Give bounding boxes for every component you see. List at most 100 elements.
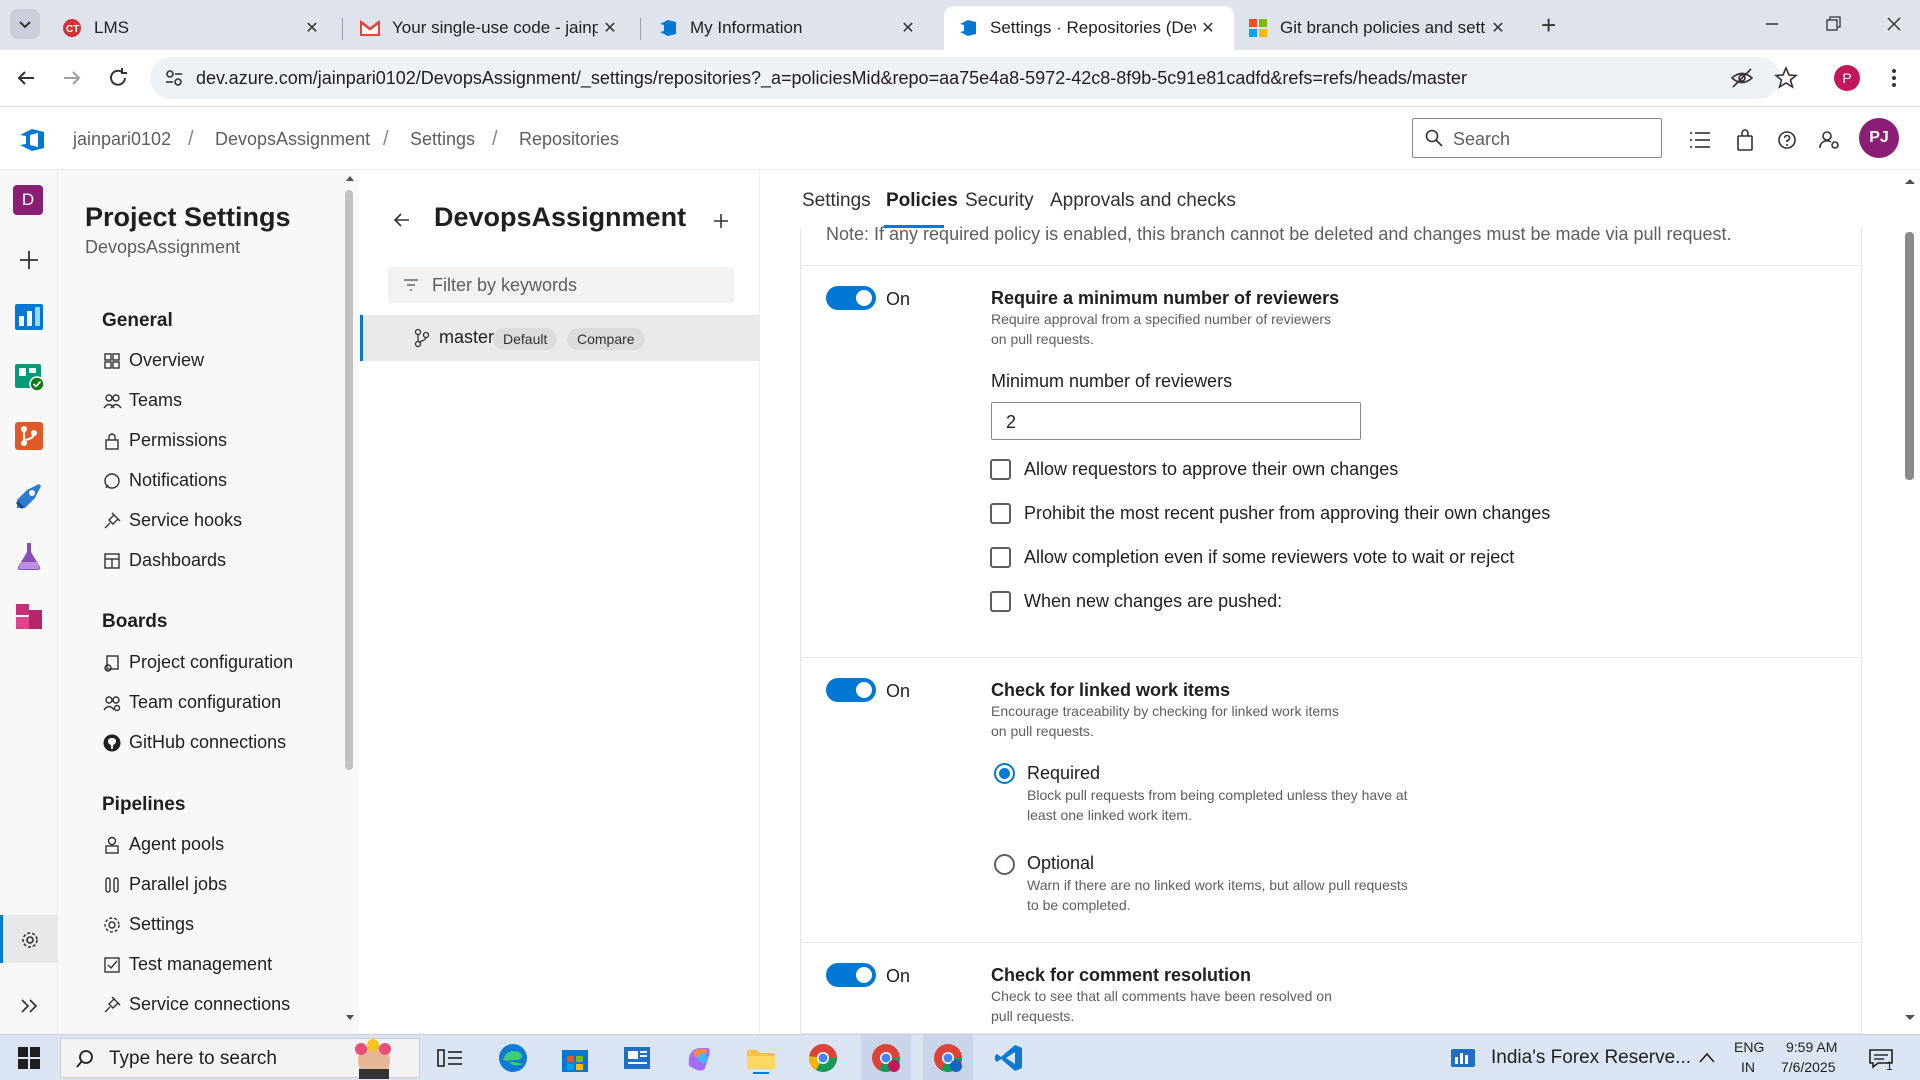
nav-item-team-configuration[interactable]: Team configuration: [102, 692, 281, 713]
nav-item-dashboards[interactable]: Dashboards: [102, 550, 226, 571]
vscode-icon[interactable]: [993, 1042, 1025, 1074]
news-widget-text[interactable]: India's Forex Reserve...: [1491, 1047, 1691, 1069]
tab-search-button[interactable]: [10, 9, 40, 39]
scroll-down-icon[interactable]: [1904, 1014, 1916, 1022]
nav-item-github-connections[interactable]: GitHub connections: [102, 732, 286, 753]
restore-window-button[interactable]: [1821, 14, 1845, 34]
prohibit-recent-pusher-checkbox[interactable]: [990, 503, 1011, 524]
new-changes-pushed-checkbox[interactable]: [990, 591, 1011, 612]
required-radio[interactable]: [994, 763, 1015, 784]
scroll-down-icon[interactable]: [345, 1014, 355, 1022]
browser-tab-my-information[interactable]: My Information ✕: [644, 6, 934, 50]
nav-item-overview[interactable]: Overview: [102, 350, 204, 371]
windows-start-icon[interactable]: [18, 1047, 40, 1069]
language-indicator[interactable]: ENG: [1734, 1039, 1764, 1055]
breadcrumb-repositories[interactable]: Repositories: [519, 129, 619, 150]
task-view-icon[interactable]: [434, 1042, 466, 1074]
comment-resolution-toggle[interactable]: [826, 963, 876, 987]
profile-button[interactable]: P: [1834, 65, 1860, 91]
tab-security[interactable]: Security: [965, 190, 1034, 212]
browser-tab-settings-repositories[interactable]: Settings · Repositories (Devops/ ✕: [944, 6, 1234, 50]
chrome-icon[interactable]: [807, 1042, 839, 1074]
browser-tab-gmail[interactable]: Your single-use code - jainpari0 ✕: [346, 6, 636, 50]
minimize-window-button[interactable]: [1760, 14, 1784, 34]
allow-requestors-approve-checkbox[interactable]: [990, 459, 1011, 480]
nav-scrollbar[interactable]: [345, 190, 353, 770]
linked-work-items-toggle[interactable]: [826, 678, 876, 702]
tab-approvals-and-checks[interactable]: Approvals and checks: [1050, 190, 1236, 212]
nav-item-teams[interactable]: Teams: [102, 390, 182, 411]
clock-time[interactable]: 9:59 AM: [1786, 1039, 1837, 1055]
breadcrumb-settings[interactable]: Settings: [410, 129, 475, 150]
compare-badge[interactable]: Compare: [567, 328, 645, 350]
clock-date[interactable]: 7/6/2025: [1781, 1059, 1836, 1075]
filter-input[interactable]: Filter by keywords: [388, 267, 734, 303]
breadcrumb-organization[interactable]: jainpari0102: [73, 129, 171, 150]
close-icon[interactable]: ✕: [1486, 18, 1510, 38]
nav-item-permissions[interactable]: Permissions: [102, 430, 227, 451]
nav-item-service-connections[interactable]: Service connections: [102, 994, 290, 1015]
repos-icon[interactable]: [13, 420, 45, 452]
chrome-profile-taskbar-item[interactable]: [861, 1035, 911, 1080]
browser-tab-lms[interactable]: CT LMS ✕: [48, 6, 338, 50]
edge-icon[interactable]: [497, 1042, 529, 1074]
new-tab-button[interactable]: +: [1541, 10, 1556, 41]
nav-item-pipeline-settings[interactable]: Settings: [102, 914, 194, 935]
project-icon[interactable]: D: [13, 185, 43, 215]
news-app-icon[interactable]: [621, 1042, 653, 1074]
project-settings-rail-item[interactable]: [0, 915, 58, 963]
nav-item-notifications[interactable]: Notifications: [102, 470, 227, 491]
nav-item-parallel-jobs[interactable]: Parallel jobs: [102, 874, 227, 895]
region-indicator[interactable]: IN: [1741, 1059, 1755, 1075]
taskbar-search-input[interactable]: Type here to search: [60, 1038, 420, 1079]
min-reviewers-input[interactable]: 2: [991, 402, 1361, 440]
star-icon[interactable]: [1774, 66, 1798, 90]
reload-button[interactable]: [106, 66, 130, 90]
reviewers-policy-toggle[interactable]: [826, 286, 876, 310]
nav-item-project-configuration[interactable]: Project configuration: [102, 652, 293, 673]
copilot-icon[interactable]: [683, 1042, 715, 1074]
chrome-profile-taskbar-item[interactable]: [923, 1035, 973, 1080]
task-list-icon[interactable]: [1688, 128, 1712, 152]
user-settings-icon[interactable]: [1817, 128, 1841, 152]
overview-icon[interactable]: [13, 300, 45, 332]
scroll-up-icon[interactable]: [345, 174, 355, 182]
tab-settings[interactable]: Settings: [802, 190, 871, 212]
arrow-left-icon[interactable]: [392, 210, 412, 230]
shopping-bag-icon[interactable]: [1733, 128, 1757, 152]
nav-item-test-management[interactable]: Test management: [102, 954, 272, 975]
scroll-up-icon[interactable]: [1904, 177, 1916, 185]
browser-menu-button[interactable]: [1884, 66, 1904, 90]
allow-completion-checkbox[interactable]: [990, 547, 1011, 568]
microsoft-store-icon[interactable]: [559, 1042, 591, 1074]
close-icon[interactable]: ✕: [300, 18, 324, 38]
close-icon[interactable]: ✕: [1196, 18, 1220, 38]
breadcrumb-project[interactable]: DevopsAssignment: [215, 129, 370, 150]
back-button[interactable]: [14, 66, 38, 90]
nav-item-service-hooks[interactable]: Service hooks: [102, 510, 242, 531]
site-info-icon[interactable]: [164, 68, 184, 88]
file-explorer-icon[interactable]: [745, 1042, 777, 1074]
close-window-button[interactable]: [1882, 14, 1906, 34]
search-input[interactable]: Search: [1412, 118, 1662, 158]
main-scrollbar[interactable]: [1905, 232, 1914, 480]
forward-button[interactable]: [60, 66, 84, 90]
test-plans-icon[interactable]: [13, 540, 45, 572]
nav-item-agent-pools[interactable]: Agent pools: [102, 834, 224, 855]
pipelines-icon[interactable]: [13, 480, 45, 512]
help-icon[interactable]: [1775, 128, 1799, 152]
close-icon[interactable]: ✕: [896, 18, 920, 38]
boards-icon[interactable]: [13, 360, 45, 392]
tab-policies[interactable]: Policies: [886, 190, 958, 212]
news-widget-icon[interactable]: [1450, 1047, 1476, 1069]
plus-icon[interactable]: [13, 244, 45, 276]
chevron-up-icon[interactable]: [1698, 1051, 1716, 1065]
azure-devops-logo-icon[interactable]: [18, 126, 46, 154]
branch-row-master[interactable]: master Default Compare: [360, 315, 760, 361]
artifacts-icon[interactable]: [13, 600, 45, 632]
close-icon[interactable]: ✕: [598, 18, 622, 38]
browser-tab-git-branch-policies[interactable]: Git branch policies and settings ✕: [1234, 6, 1524, 50]
expand-icon[interactable]: [13, 990, 45, 1022]
avatar[interactable]: PJ: [1859, 118, 1899, 158]
address-bar[interactable]: dev.azure.com/jainpari0102/DevopsAssignm…: [150, 57, 1798, 99]
